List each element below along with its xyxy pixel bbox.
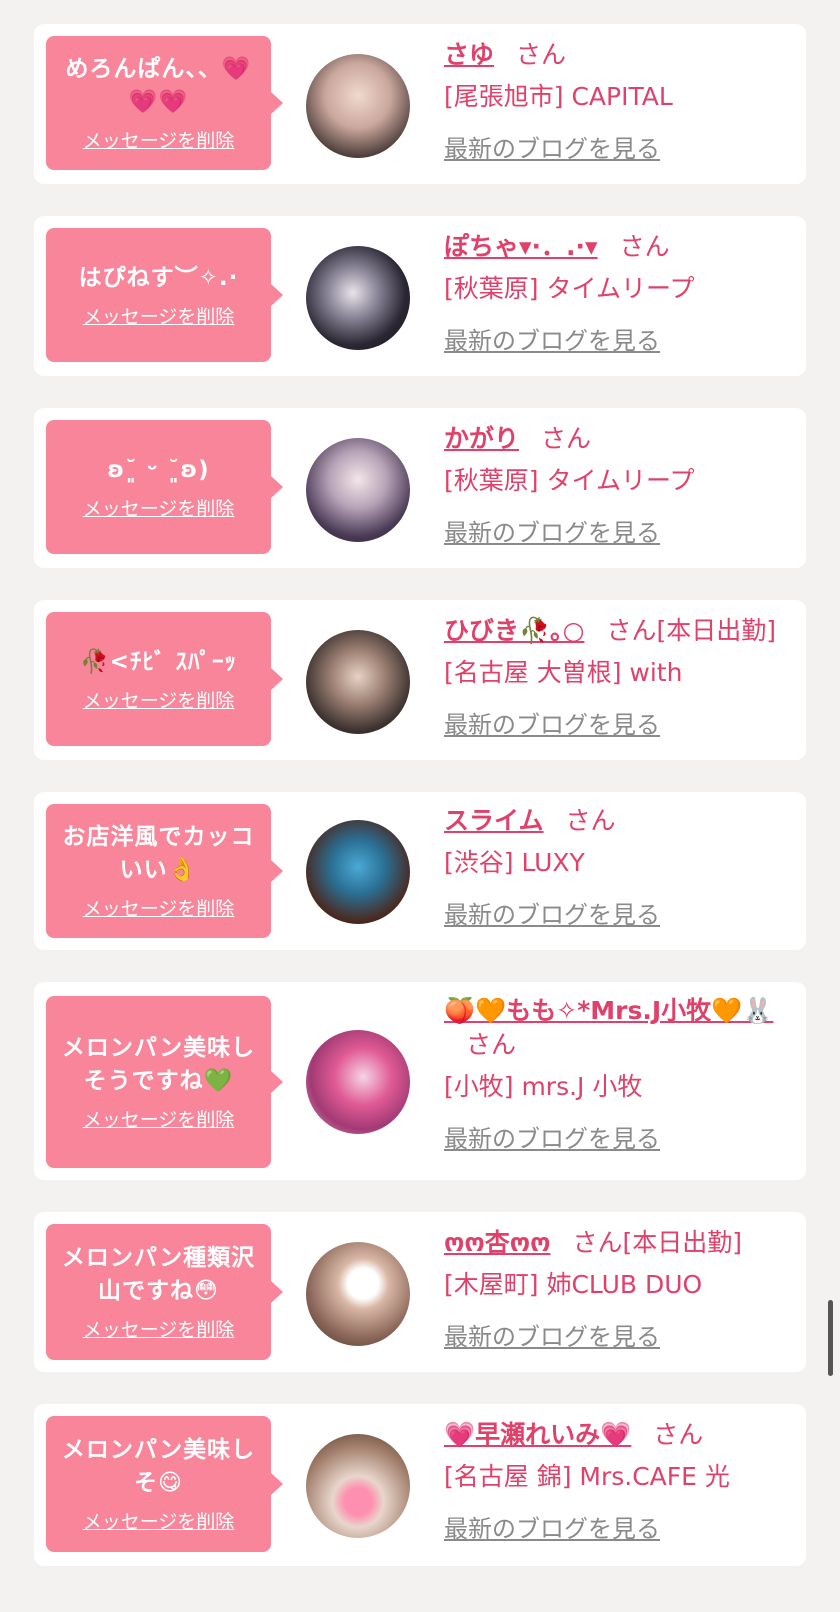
avatar[interactable]: [306, 820, 410, 924]
message-text: めろんぱん、、💗💗💗: [65, 56, 252, 115]
honorific: さん: [653, 1420, 704, 1449]
honorific: さん: [541, 424, 592, 453]
delete-message-link[interactable]: メッセージを削除: [83, 305, 235, 329]
view-blog-link[interactable]: 最新のブログを見る: [444, 1124, 660, 1154]
shop-name: [木屋町] 姉CLUB DUO: [444, 1270, 703, 1299]
honorific: さん: [572, 1228, 623, 1257]
message-bubble: はぴねす︶✧.· メッセージを削除: [46, 228, 283, 362]
delete-message-link[interactable]: メッセージを削除: [83, 129, 235, 153]
user-name-link[interactable]: 🍑🧡もも✧*Mrs.J小牧🧡🐰: [444, 996, 773, 1025]
message-card: メロンパン種類沢山ですね😳 メッセージを削除 ოო杏ოო さん[本日出勤] [木屋…: [34, 1212, 806, 1372]
shop-name: [小牧] mrs.J 小牧: [444, 1072, 643, 1101]
view-blog-link[interactable]: 最新のブログを見る: [444, 518, 660, 548]
shop-name: [名古屋 大曽根] with: [444, 658, 683, 687]
honorific: さん: [565, 806, 616, 835]
avatar[interactable]: [306, 1030, 410, 1134]
message-text: 🥀<ﾁﾋﾞ ｽﾊﾟｰｯ: [80, 648, 237, 675]
message-bubble: めろんぱん、、💗💗💗 メッセージを削除: [46, 36, 283, 170]
user-name-link[interactable]: さゆ: [444, 40, 494, 69]
view-blog-link[interactable]: 最新のブログを見る: [444, 1322, 660, 1352]
user-name-link[interactable]: ひびき🥀｡○: [444, 616, 584, 645]
message-bubble: 🥀<ﾁﾋﾞ ｽﾊﾟｰｯ メッセージを削除: [46, 612, 283, 746]
message-bubble: メロンパン種類沢山ですね😳 メッセージを削除: [46, 1224, 283, 1360]
avatar[interactable]: [306, 54, 410, 158]
delete-message-link[interactable]: メッセージを削除: [83, 497, 235, 521]
message-bubble: お店洋風でカッコいい👌 メッセージを削除: [46, 804, 283, 938]
shop-name: [名古屋 錦] Mrs.CAFE 光: [444, 1462, 730, 1491]
view-blog-link[interactable]: 最新のブログを見る: [444, 134, 660, 164]
scrollbar[interactable]: [828, 1300, 833, 1376]
avatar[interactable]: [306, 246, 410, 350]
view-blog-link[interactable]: 最新のブログを見る: [444, 900, 660, 930]
message-text: はぴねす︶✧.·: [78, 264, 239, 291]
shop-name: [秋葉原] タイムリープ: [444, 466, 695, 495]
message-card: メロンパン美味しそうですね💚 メッセージを削除 🍑🧡もも✧*Mrs.J小牧🧡🐰 さ…: [34, 982, 806, 1180]
message-bubble: メロンパン美味しそ😋 メッセージを削除: [46, 1416, 283, 1552]
message-card: お店洋風でカッコいい👌 メッセージを削除 スライム さん [渋谷] LUXY 最新…: [34, 792, 806, 950]
honorific: さん: [516, 40, 567, 69]
message-card: はぴねす︶✧.· メッセージを削除 ぽちゃ▾·．.·▾ さん [秋葉原] タイムリ…: [34, 216, 806, 376]
message-card: めろんぱん、、💗💗💗 メッセージを削除 さゆ さん [尾張旭市] CAPITAL …: [34, 24, 806, 184]
avatar[interactable]: [306, 630, 410, 734]
avatar[interactable]: [306, 1434, 410, 1538]
delete-message-link[interactable]: メッセージを削除: [83, 897, 235, 921]
shop-name: [尾張旭市] CAPITAL: [444, 82, 673, 111]
honorific: さん: [606, 616, 657, 645]
user-name-link[interactable]: スライム: [444, 806, 544, 835]
message-text: メロンパン種類沢山ですね😳: [61, 1245, 256, 1304]
message-card: 🥀<ﾁﾋﾞ ｽﾊﾟｰｯ メッセージを削除 ひびき🥀｡○ さん[本日出勤] [名古屋…: [34, 600, 806, 760]
honorific: さん: [466, 1030, 517, 1059]
delete-message-link[interactable]: メッセージを削除: [83, 1510, 235, 1534]
view-blog-link[interactable]: 最新のブログを見る: [444, 326, 660, 356]
message-card: メロンパン美味しそ😋 メッセージを削除 💗早瀬れいみ💗 さん [名古屋 錦] Mr…: [34, 1404, 806, 1566]
delete-message-link[interactable]: メッセージを削除: [83, 689, 235, 713]
user-name-link[interactable]: ოო杏ოო: [444, 1228, 550, 1257]
avatar[interactable]: [306, 438, 410, 542]
message-text: お店洋風でカッコいい👌: [62, 824, 255, 883]
delete-message-link[interactable]: メッセージを削除: [83, 1108, 235, 1132]
user-name-link[interactable]: 💗早瀬れいみ💗: [444, 1420, 631, 1449]
delete-message-link[interactable]: メッセージを削除: [83, 1318, 235, 1342]
message-text: ʚ˘͈ ᵕ ˘͈ʚ): [107, 456, 210, 483]
message-text: メロンパン美味しそ😋: [61, 1437, 256, 1496]
user-name-link[interactable]: かがり: [444, 424, 519, 453]
status-badge: [本日出勤]: [656, 616, 776, 645]
view-blog-link[interactable]: 最新のブログを見る: [444, 710, 660, 740]
message-text: メロンパン美味しそうですね💚: [61, 1035, 256, 1094]
message-card: ʚ˘͈ ᵕ ˘͈ʚ) メッセージを削除 かがり さん [秋葉原] タイムリープ 最…: [34, 408, 806, 568]
status-badge: [本日出勤]: [622, 1228, 742, 1257]
view-blog-link[interactable]: 最新のブログを見る: [444, 1514, 660, 1544]
honorific: さん: [619, 232, 670, 261]
avatar[interactable]: [306, 1242, 410, 1346]
message-bubble: ʚ˘͈ ᵕ ˘͈ʚ) メッセージを削除: [46, 420, 283, 554]
message-bubble: メロンパン美味しそうですね💚 メッセージを削除: [46, 996, 283, 1168]
shop-name: [渋谷] LUXY: [444, 848, 585, 877]
user-name-link[interactable]: ぽちゃ▾·．.·▾: [444, 232, 598, 261]
shop-name: [秋葉原] タイムリープ: [444, 274, 695, 303]
